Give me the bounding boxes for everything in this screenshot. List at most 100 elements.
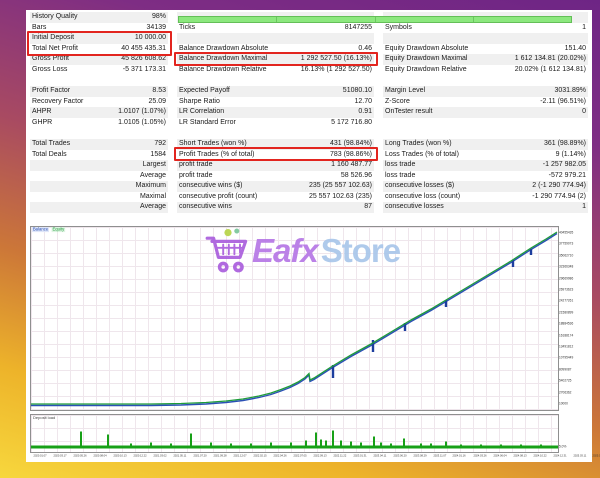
- stats-gap: [30, 75, 168, 86]
- legend-balance: Balance: [32, 227, 49, 232]
- stat-row: consecutive profit (count) 25 557 102.63 …: [177, 192, 374, 203]
- stat-row: [177, 33, 374, 44]
- y-tick-label: 5402725: [559, 379, 571, 383]
- stat-label: AHPR: [32, 107, 51, 118]
- stat-value: 361 (98.89%): [544, 139, 586, 150]
- stat-row: OnTester result0: [383, 107, 588, 118]
- stat-value: 151.40: [565, 44, 586, 55]
- stat-value: 1: [582, 202, 586, 213]
- stat-value: 5 172 716.80: [331, 118, 372, 129]
- stat-row: LR Standard Error5 172 716.80: [177, 118, 374, 129]
- x-date-label: 2023.06.20: [393, 454, 406, 457]
- stat-label: profit trade: [179, 160, 212, 171]
- x-date-label: 2024.03.26: [473, 454, 486, 457]
- stat-value: 25 557 102.63 (235): [309, 192, 372, 203]
- stat-value: 1 292 527.50 (16.13%): [301, 54, 372, 65]
- stat-label: LR Correlation: [179, 107, 224, 118]
- stat-label: Gross Loss: [32, 65, 67, 76]
- x-date-label: 2023.04.11: [373, 454, 386, 457]
- legend-equity: Equity: [52, 227, 66, 232]
- progress-segment: [277, 17, 375, 22]
- stat-value: 792: [154, 139, 166, 150]
- stat-value: 1584: [150, 150, 166, 161]
- stat-value: 2 (-1 290 774.94): [532, 181, 586, 192]
- x-date-label: 2020.03.17: [54, 454, 67, 457]
- y-tick-label: 18884536: [559, 322, 573, 326]
- brand-text-store: Store: [321, 232, 400, 270]
- deposit-load-title: Deposit load: [33, 416, 55, 421]
- stat-value: 45 826 608.62: [121, 54, 166, 65]
- progress-segment: [376, 17, 474, 22]
- eafxstore-watermark: Eafx Store: [204, 227, 400, 275]
- stat-label: Symbols: [385, 23, 412, 34]
- stat-row: Symbols 1: [383, 23, 588, 34]
- stat-row: Balance Drawdown Relative16.13% (1 292 5…: [177, 65, 374, 76]
- x-date-label: 2024.01.16: [453, 454, 466, 457]
- stat-row: Long Trades (won %)361 (98.89%): [383, 139, 588, 150]
- stat-row: Total Net Profit40 455 435.31: [30, 44, 168, 55]
- y-tick-label: 29669986: [559, 276, 573, 280]
- stat-row: Total Trades 792: [30, 139, 168, 150]
- deposit-load-axis-label: 5.0%: [559, 445, 566, 449]
- stat-label: consecutive profit (count): [179, 192, 257, 203]
- x-date-label: 2021.05.11: [174, 454, 187, 457]
- stat-value: Maximal: [140, 192, 166, 203]
- stat-value: Average: [140, 202, 166, 213]
- stat-row: Maximal: [30, 192, 168, 203]
- stat-row: History Quality98%: [30, 12, 168, 23]
- stat-value: -5 371 173.31: [123, 65, 166, 76]
- stat-row: profit trade1 160 487.77: [177, 160, 374, 171]
- stat-row: loss trade-572 979.21: [383, 171, 588, 182]
- x-date-label: 2022.11.22: [334, 454, 347, 457]
- x-date-label: 2020.10.13: [114, 454, 127, 457]
- y-tick-label: 13491812: [559, 345, 573, 349]
- progress-segment: [474, 17, 571, 22]
- stat-row: Equity Drawdown Absolute 151.40: [383, 44, 588, 55]
- stat-value: -1 290 774.94 (2): [532, 192, 586, 203]
- stat-row: Average: [30, 202, 168, 213]
- x-date-label: 2024.08.13: [513, 454, 526, 457]
- stat-value: 16.13% (1 292 527.50): [301, 65, 372, 76]
- y-tick-label: 26973623: [559, 288, 573, 292]
- stats-gap: [177, 128, 374, 139]
- stat-value: Maximum: [136, 181, 166, 192]
- stat-label: Total Trades: [32, 139, 70, 150]
- stat-value: 235 (25 557 102.63): [309, 181, 372, 192]
- stats-gap: [383, 128, 588, 139]
- x-date-label: 2020.01.07: [34, 454, 47, 457]
- stat-value: 0.46: [358, 44, 372, 55]
- progress-segment: [179, 17, 277, 22]
- stat-row: Total Deals1584: [30, 150, 168, 161]
- x-date-label: 2021.07.20: [193, 454, 206, 457]
- x-date-label: 2022.09.13: [314, 454, 327, 457]
- stat-value: 1.0107 (1.07%): [118, 107, 166, 118]
- stat-label: Equity Drawdown Maximal: [385, 54, 467, 65]
- x-date-label: 2023.01.31: [353, 454, 366, 457]
- stat-label: Recovery Factor: [32, 97, 83, 108]
- stats-gap: [177, 75, 374, 86]
- stat-value: 783 (98.86%): [330, 150, 372, 161]
- stat-label: Short Trades (won %): [179, 139, 247, 150]
- y-axis-ticks: 4045543537759073350627103236634829669986…: [559, 226, 591, 409]
- stat-label: consecutive wins ($): [179, 181, 242, 192]
- screenshot-root: { "report": { "progress_value": "98%", "…: [0, 0, 600, 478]
- y-tick-label: 37759073: [559, 242, 573, 246]
- x-date-label: 2020.05.26: [74, 454, 87, 457]
- stat-row: Bars34139: [30, 23, 168, 34]
- stat-label: Ticks: [179, 23, 195, 34]
- stat-label: GHPR: [32, 118, 52, 129]
- stat-value: 1: [582, 23, 586, 34]
- x-date-label: 2024.06.04: [493, 454, 506, 457]
- stat-row: Equity Drawdown Maximal1 612 134.81 (20.…: [383, 54, 588, 65]
- stat-row: Recovery Factor25.09: [30, 97, 168, 108]
- stat-value: 58 526.96: [341, 171, 372, 182]
- stat-label: Total Net Profit: [32, 44, 78, 55]
- brand-text-eafx: Eafx: [252, 232, 318, 270]
- stat-label: Equity Drawdown Absolute: [385, 44, 468, 55]
- stat-row: consecutive losses ($)2 (-1 290 774.94): [383, 181, 588, 192]
- stat-row: Short Trades (won %)431 (98.84%): [177, 139, 374, 150]
- stat-label: OnTester result: [385, 107, 432, 118]
- history-quality-progress-bar: [178, 16, 572, 23]
- stats-column-right: Symbols1Equity Drawdown Absolute151.40Eq…: [383, 12, 588, 213]
- stat-label: Profit Factor: [32, 86, 70, 97]
